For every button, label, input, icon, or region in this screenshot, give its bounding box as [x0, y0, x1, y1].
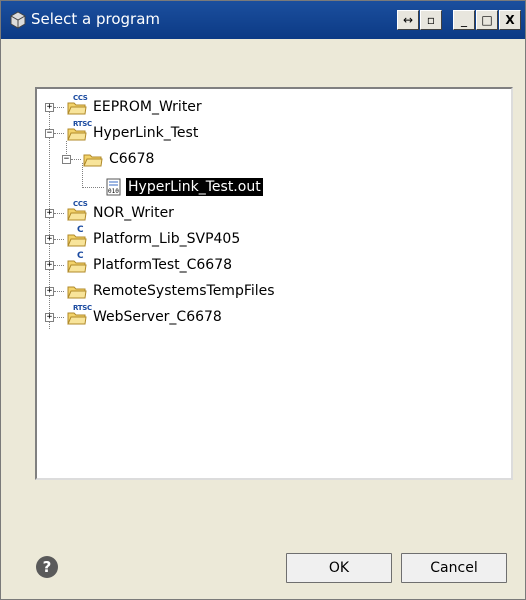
help-icon[interactable]: ?	[36, 556, 58, 578]
expand-icon[interactable]: +	[45, 287, 54, 296]
project-folder-icon: CCS	[67, 200, 88, 221]
collapse-icon[interactable]: −	[62, 155, 71, 164]
project-badge: C	[77, 225, 84, 235]
binary-file-icon: 010	[106, 178, 121, 196]
minimize-button[interactable]: _	[453, 10, 475, 30]
expand-icon[interactable]: +	[45, 209, 54, 218]
app-icon	[10, 11, 26, 29]
tree-item-hyperlink-test[interactable]: RTSC HyperLink_Test	[67, 120, 200, 144]
tree-item-label: Platform_Lib_SVP405	[93, 231, 241, 247]
tree-item-label: PlatformTest_C6678	[93, 257, 233, 273]
title-bar[interactable]: Select a program ↔ ▫ _ □ X	[1, 1, 525, 39]
tree-line	[54, 317, 64, 318]
tree-item-label: NOR_Writer	[93, 205, 174, 221]
tree-line	[71, 159, 81, 160]
project-folder-icon: RTSC	[67, 304, 92, 325]
tree-item-label: RemoteSystemsTempFiles	[93, 283, 275, 299]
pin-icon[interactable]: ▫	[420, 10, 442, 30]
project-folder-icon: C	[67, 225, 87, 247]
tree-item-nor-writer[interactable]: CCS NOR_Writer	[67, 200, 176, 224]
close-button[interactable]: X	[499, 10, 521, 30]
tree-item-label: C6678	[109, 151, 155, 167]
expand-icon[interactable]: +	[45, 313, 54, 322]
project-badge: CCS	[73, 200, 88, 208]
tree-line	[54, 265, 64, 266]
expand-icon[interactable]: +	[45, 261, 54, 270]
ok-button[interactable]: OK	[286, 553, 392, 583]
tree-item-label: HyperLink_Test.out	[126, 178, 263, 196]
tree-item-remote-systems-temp-files[interactable]: RemoteSystemsTempFiles	[67, 280, 277, 302]
expand-icon[interactable]: +	[45, 235, 54, 244]
project-badge: C	[77, 251, 84, 261]
folder-icon	[83, 151, 103, 167]
tree-item-label: EEPROM_Writer	[93, 99, 202, 115]
cancel-button[interactable]: Cancel	[401, 553, 507, 583]
tree-item-eeprom-writer[interactable]: CCS EEPROM_Writer	[67, 94, 204, 118]
tree-item-hyperlink-test-out[interactable]: 010 HyperLink_Test.out	[105, 176, 263, 198]
tree-item-label: WebServer_C6678	[93, 309, 222, 325]
collapse-icon[interactable]: −	[45, 129, 54, 138]
tree-line	[54, 239, 64, 240]
dialog-title: Select a program	[31, 10, 161, 28]
project-badge: CCS	[73, 94, 88, 102]
svg-text:010: 010	[108, 188, 119, 195]
tree-line	[54, 133, 64, 134]
tree-line	[54, 213, 64, 214]
maximize-button[interactable]: □	[476, 10, 498, 30]
project-folder-icon: RTSC	[67, 120, 92, 141]
tree-item-label: HyperLink_Test	[93, 125, 199, 141]
tree-item-webserver-c6678[interactable]: RTSC WebServer_C6678	[67, 304, 224, 328]
project-folder-icon: C	[67, 251, 87, 273]
tree-item-platform-lib-svp405[interactable]: C Platform_Lib_SVP405	[67, 225, 242, 250]
tree-item-platformtest-c6678[interactable]: C PlatformTest_C6678	[67, 251, 234, 276]
restore-icon[interactable]: ↔	[397, 10, 419, 30]
tree-line	[54, 291, 64, 292]
project-badge: RTSC	[73, 120, 92, 128]
folder-icon	[67, 283, 87, 299]
program-tree[interactable]: + CCS EEPROM_Writer − RTSC HyperLink_Tes…	[35, 87, 513, 480]
tree-item-c6678[interactable]: C6678	[83, 148, 156, 170]
select-program-dialog: Select a program ↔ ▫ _ □ X + CCS EEPROM_…	[0, 0, 526, 600]
expand-icon[interactable]: +	[45, 103, 54, 112]
project-folder-icon: CCS	[67, 94, 88, 115]
tree-line	[54, 107, 64, 108]
project-badge: RTSC	[73, 304, 92, 312]
tree-line	[82, 187, 104, 188]
